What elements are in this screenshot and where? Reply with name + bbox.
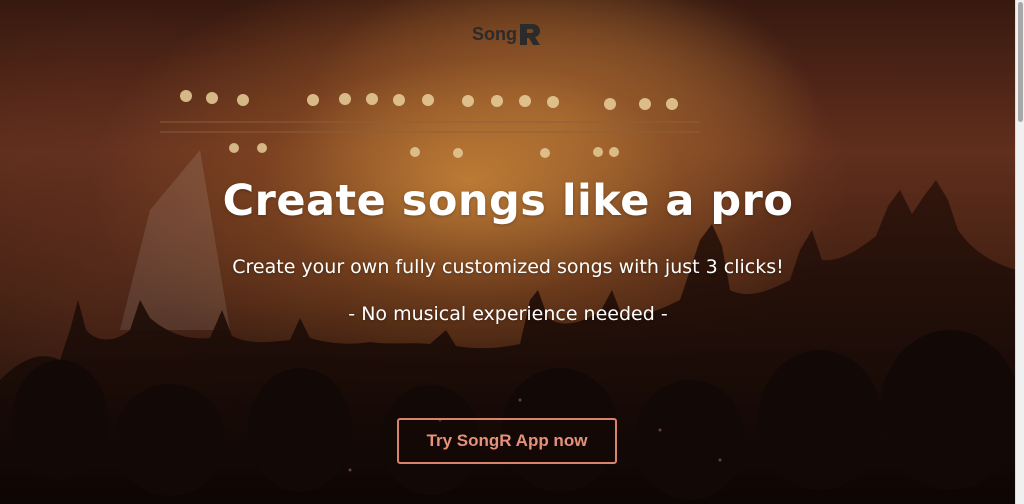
landing-page: Song Create songs like a pro Create your… — [0, 0, 1024, 504]
songr-logo-mark-icon — [520, 24, 540, 45]
page-scrollbar[interactable] — [1015, 0, 1024, 504]
logo-text: Song — [472, 23, 517, 44]
hero-tagline: - No musical experience needed - — [348, 303, 668, 325]
scrollbar-thumb[interactable] — [1018, 2, 1023, 122]
songr-logo[interactable]: Song — [472, 20, 542, 48]
hero-subheadline: Create your own fully customized songs w… — [232, 256, 784, 278]
try-app-button[interactable]: Try SongR App now — [397, 418, 617, 464]
hero-headline: Create songs like a pro — [222, 176, 794, 226]
